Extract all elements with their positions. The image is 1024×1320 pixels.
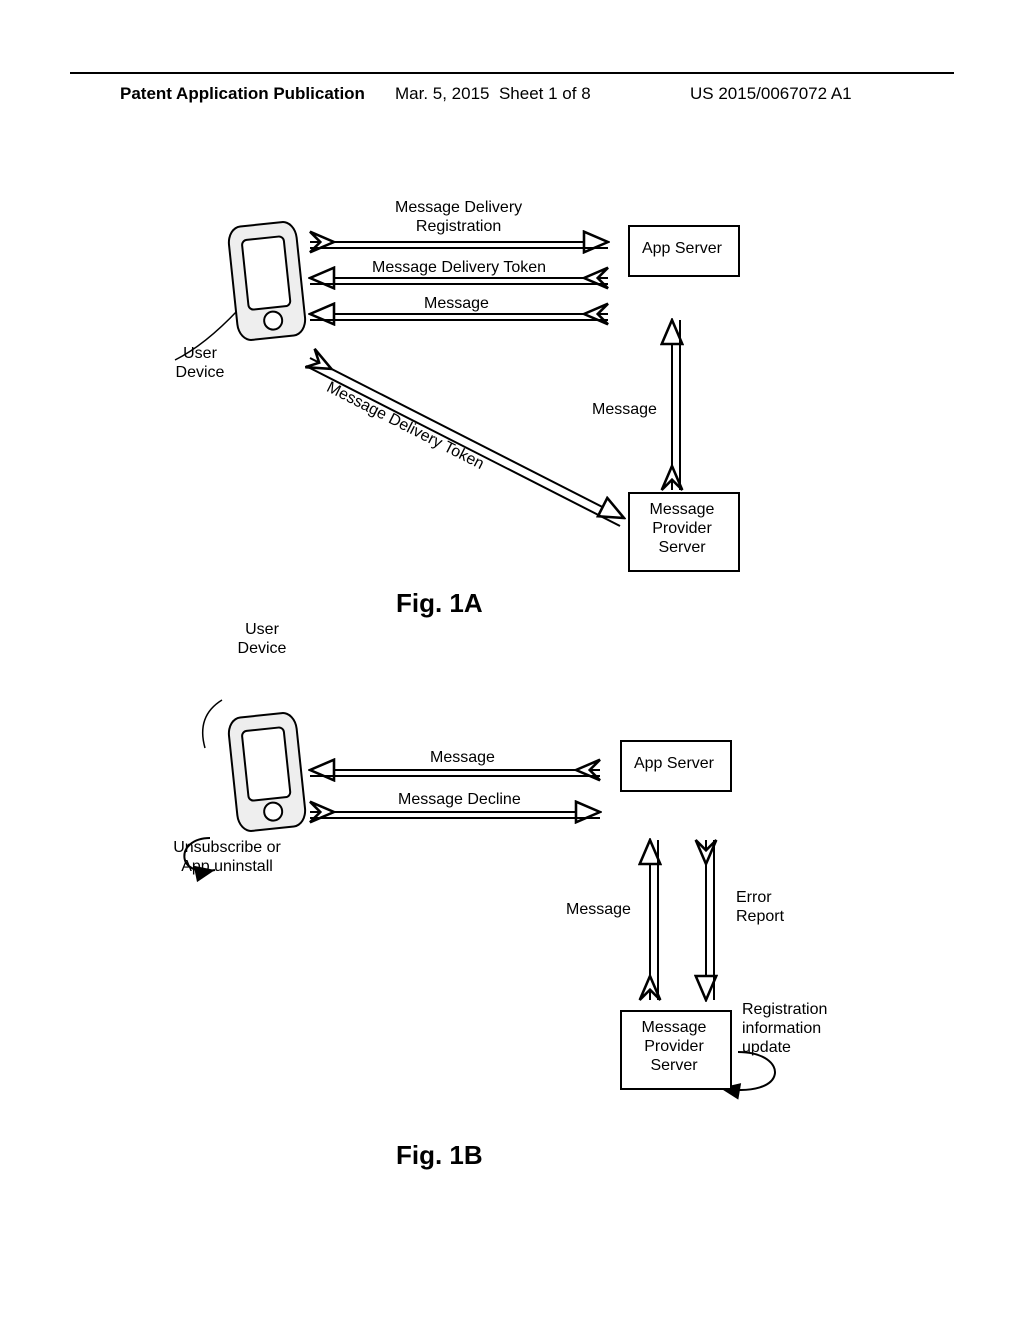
header-pubno: US 2015/0067072 A1 (690, 84, 852, 104)
fig1a-app-server-label: App Server (628, 239, 736, 258)
fig1b-app-server-label: App Server (620, 754, 728, 773)
fig1b-arrow-decline-label: Message Decline (398, 790, 521, 809)
fig1a-phone-icon (226, 220, 308, 343)
fig1b-arrow-error-label: Error Report (736, 888, 784, 926)
fig1b-reg-update-label: Registration information update (742, 1000, 827, 1058)
fig-1b-svg (0, 640, 1024, 1160)
fig1b-arrow-message-vertical-label: Message (566, 900, 631, 919)
fig1b-unsubscribe-label: Unsubscribe or App uninstall (152, 838, 302, 876)
fig1a-arrow-registration-label: Message Delivery Registration (395, 198, 522, 236)
header-rule (70, 72, 954, 74)
fig-1a-svg (0, 170, 1024, 630)
fig1a-arrow-token-label: Message Delivery Token (372, 258, 546, 277)
page: { "header": { "left": "Patent Applicatio… (0, 0, 1024, 1320)
fig1b-msg-provider-label: Message Provider Server (620, 1018, 728, 1076)
fig1a-caption: Fig. 1A (396, 588, 483, 619)
header-date: Mar. 5, 2015 Sheet 1 of 8 (395, 84, 591, 104)
fig1a-msg-provider-label: Message Provider Server (628, 500, 736, 558)
fig1a-user-device-label: User Device (160, 344, 240, 382)
fig1b-caption: Fig. 1B (396, 1140, 483, 1171)
fig1b-phone-icon (226, 711, 308, 834)
fig1b-user-device-label: User Device (222, 620, 302, 658)
fig1a-arrow-vertical-label: Message (592, 400, 657, 419)
fig1b-arrow-message-label: Message (430, 748, 495, 767)
header-left: Patent Application Publication (120, 84, 365, 104)
fig1a-arrow-message-label: Message (424, 294, 489, 313)
